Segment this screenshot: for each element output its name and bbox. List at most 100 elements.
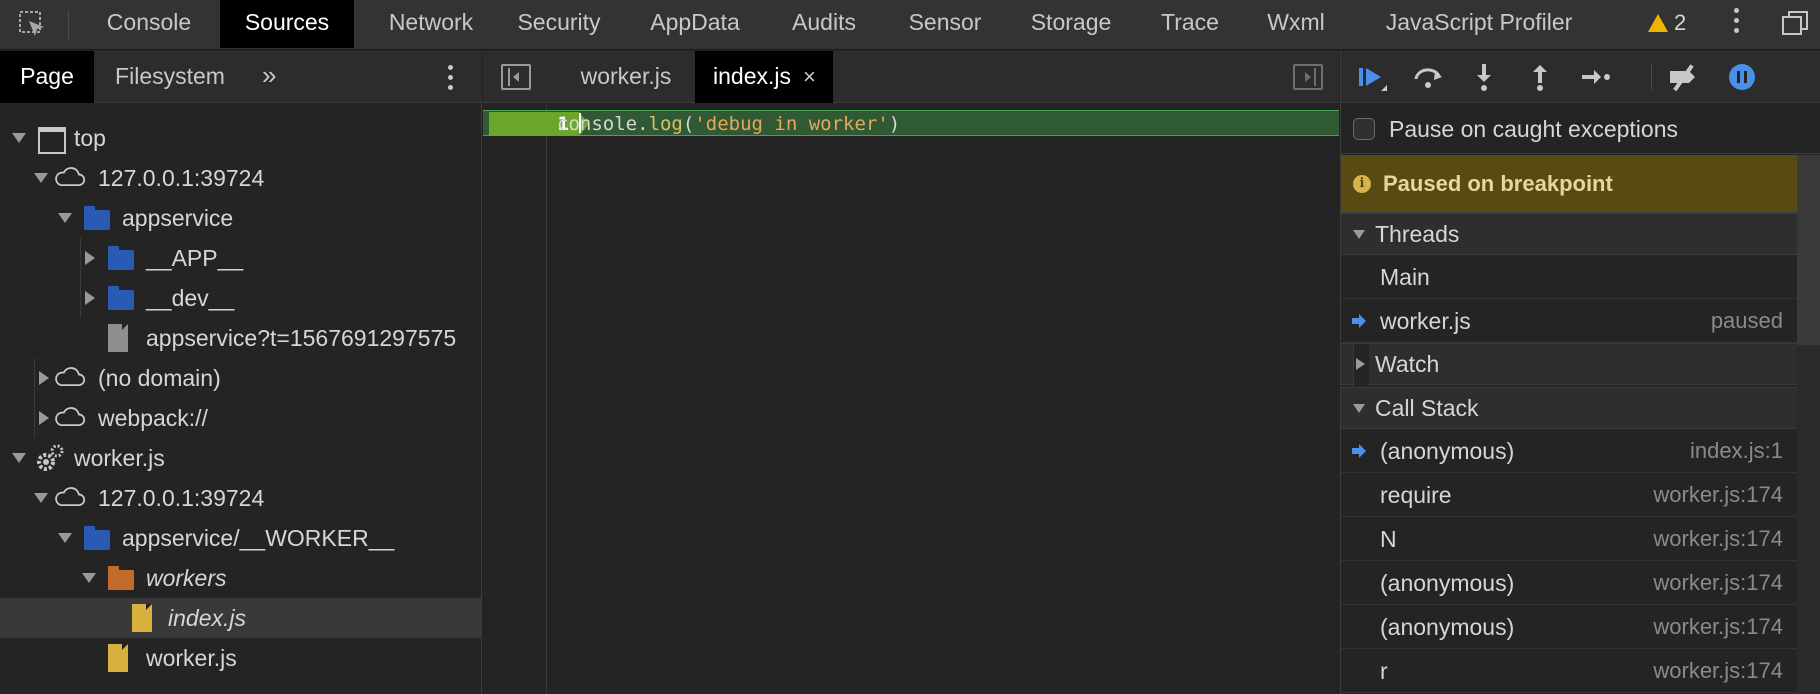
folder-icon [82,198,114,238]
section-title: Call Stack [1375,395,1479,421]
current-frame-arrow-icon [1352,444,1366,458]
call-frame-row[interactable]: (anonymous) index.js:1 [1341,429,1797,473]
thread-row-main[interactable]: Main [1341,255,1797,299]
frame-location[interactable]: worker.js:174 [1653,517,1783,561]
threads-section-header[interactable]: Threads [1341,213,1797,255]
deactivate-breakpoints-icon[interactable] [1667,61,1701,93]
tree-node-label: worker.js [74,445,165,471]
step-icon[interactable] [1579,61,1613,93]
tree-node-worker-domain[interactable]: 127.0.0.1:39724 [0,478,481,518]
tree-node-top[interactable]: top [0,118,481,158]
editor-tab-index-js[interactable]: index.js × [695,51,833,103]
frame-location[interactable]: worker.js:174 [1653,649,1783,693]
step-out-icon[interactable] [1523,61,1557,93]
collapse-triangle-icon [1353,214,1369,256]
pause-on-caught-checkbox[interactable] [1353,118,1375,140]
tree-node-no-domain[interactable]: (no domain) [0,358,481,398]
collapse-triangle-icon[interactable] [32,158,48,198]
call-frame-row[interactable]: require worker.js:174 [1341,473,1797,517]
code-line[interactable]: console.log('debug in worker') [557,112,900,136]
navigator-menu-icon[interactable] [446,65,454,95]
collapse-triangle-icon[interactable] [56,518,72,558]
tab-console[interactable]: Console [84,0,214,48]
debugger-sidebar: Pause on caught exceptions i Paused on b… [1340,51,1820,694]
debugger-toolbar [1341,51,1820,103]
step-into-icon[interactable] [1467,61,1501,93]
warnings-counter[interactable]: 2 [1648,8,1686,38]
expand-triangle-icon[interactable] [34,358,50,398]
tab-network[interactable]: Network [366,0,496,48]
call-frame-row[interactable]: (anonymous) worker.js:174 [1341,561,1797,605]
tab-trace[interactable]: Trace [1150,0,1230,48]
expand-triangle-icon[interactable] [34,398,50,438]
expand-triangle-icon [1353,344,1369,386]
tab-sources[interactable]: Sources [220,0,354,48]
collapse-triangle-icon[interactable] [56,198,72,238]
collapse-triangle-icon[interactable] [80,558,96,598]
tree-node-index-js[interactable]: index.js [0,598,481,638]
tree-node-app[interactable]: __APP__ [0,238,481,278]
tree-node-appservice-file[interactable]: appservice?t=1567691297575 [0,318,481,358]
tab-audits[interactable]: Audits [768,0,880,48]
tree-node-dev[interactable]: __dev__ [0,278,481,318]
frame-location[interactable]: worker.js:174 [1653,605,1783,649]
tree-node-label: worker.js [146,645,237,671]
tab-filesystem[interactable]: Filesystem [100,51,240,103]
watch-section-header[interactable]: Watch [1341,343,1797,386]
tab-wxml[interactable]: Wxml [1256,0,1336,48]
tree-node-worker-thread[interactable]: worker.js [0,438,481,478]
call-stack-section-header[interactable]: Call Stack [1341,387,1797,429]
undock-icon[interactable] [1782,10,1808,36]
paused-message: Paused on breakpoint [1383,171,1613,196]
tree-node-worker-js[interactable]: worker.js [0,638,481,678]
tab-security[interactable]: Security [500,0,618,48]
tree-node-worker-folder[interactable]: appservice/__WORKER__ [0,518,481,558]
tab-storage[interactable]: Storage [1016,0,1126,48]
frame-location[interactable]: index.js:1 [1690,429,1783,473]
frame-location[interactable]: worker.js:174 [1653,473,1783,517]
collapse-triangle-icon[interactable] [10,118,26,158]
editor-tab-label: index.js [713,63,791,89]
tab-javascript-profiler[interactable]: JavaScript Profiler [1366,0,1592,48]
call-frame-row[interactable]: N worker.js:174 [1341,517,1797,561]
editor-tab-worker-js[interactable]: worker.js [561,51,691,103]
frame-name: r [1380,658,1388,684]
pause-on-caught-row[interactable]: Pause on caught exceptions [1341,104,1820,154]
collapse-triangle-icon[interactable] [10,438,26,478]
frame-name: require [1380,482,1452,508]
navigator-header: Page Filesystem » [0,51,482,103]
resume-icon[interactable] [1355,61,1389,93]
thread-row-worker[interactable]: worker.js paused [1341,299,1797,343]
file-icon [104,318,136,358]
toggle-navigator-icon[interactable] [501,64,531,90]
toggle-debugger-icon[interactable] [1293,64,1323,90]
pause-on-exceptions-icon[interactable] [1725,61,1759,93]
call-frame-row[interactable]: (anonymous) worker.js:174 [1341,605,1797,649]
frame-location[interactable]: worker.js:174 [1653,561,1783,605]
tab-page[interactable]: Page [0,51,94,103]
collapse-triangle-icon[interactable] [32,478,48,518]
tree-node-webpack[interactable]: webpack:// [0,398,481,438]
code-token: nsole [579,113,638,135]
frame-icon [36,118,68,158]
thread-status: paused [1710,308,1783,333]
expand-triangle-icon[interactable] [80,238,96,278]
code-token: 'debug in worker' [694,113,889,135]
sidebar-scrollbar-thumb[interactable] [1797,155,1820,345]
expand-triangle-icon[interactable] [80,278,96,318]
tree-node-appservice[interactable]: appservice [0,198,481,238]
cloud-icon [55,367,86,386]
close-tab-icon[interactable]: × [803,52,816,102]
tab-appdata[interactable]: AppData [630,0,760,48]
tab-sensor[interactable]: Sensor [894,0,996,48]
call-frame-row[interactable]: r worker.js:174 [1341,649,1797,693]
tree-node-domain[interactable]: 127.0.0.1:39724 [0,158,481,198]
step-over-icon[interactable] [1411,61,1445,93]
tree-node-workers[interactable]: workers [0,558,481,598]
more-options-icon[interactable] [1732,8,1740,40]
current-thread-arrow-icon [1352,314,1366,328]
inspect-element-icon[interactable] [18,10,48,40]
line-gutter[interactable] [483,104,547,694]
tree-node-label: workers [146,565,227,591]
more-tabs-icon[interactable]: » [262,51,276,103]
